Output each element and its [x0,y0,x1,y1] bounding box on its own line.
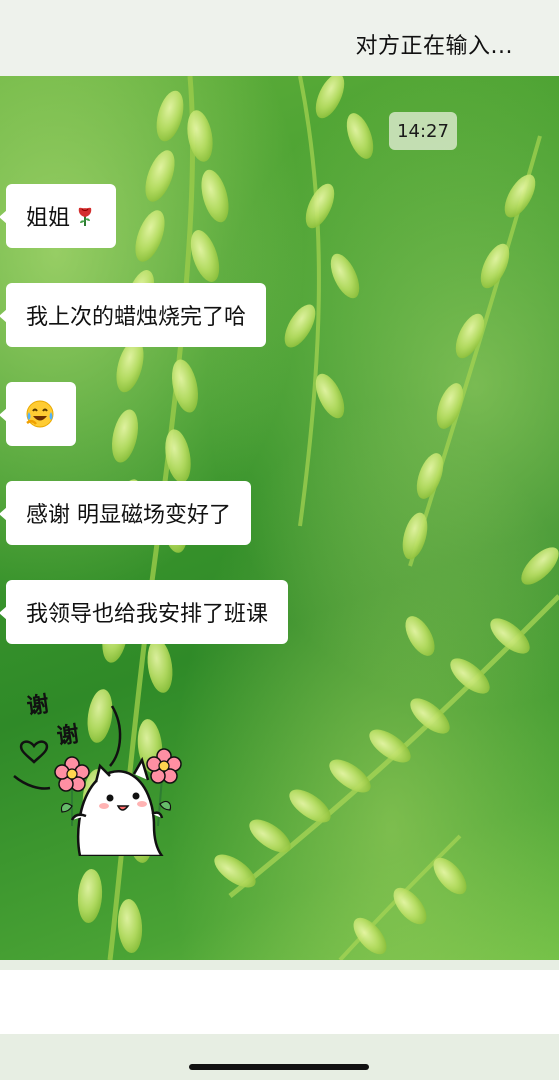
message-text: 感谢 明显磁场变好了 [26,503,231,528]
message-bubble[interactable] [0,382,76,446]
sticker-text-1: 谢 [25,691,50,720]
message-timestamp: 14:27 [389,112,457,150]
sticker-image: 谢 谢 [13,691,182,858]
message-bubble[interactable]: 姐姐 [0,184,117,248]
message-input-bar [0,960,559,1080]
home-indicator[interactable] [189,1064,369,1070]
laughing-tears-icon [26,400,54,428]
message-bubble[interactable]: 我上次的蜡烛烧完了哈 [0,283,267,347]
typing-status: 对方正在输入... [355,34,513,59]
message-text: 姐姐 [26,206,71,231]
message-bubble[interactable]: 感谢 明显磁场变好了 [0,481,251,545]
message-input[interactable] [0,970,559,1034]
sticker-text-2: 谢 [55,721,80,750]
thank-you-cat-sticker[interactable]: 谢 谢 [6,686,186,858]
message-text: 我上次的蜡烛烧完了哈 [26,305,247,330]
message-bubble[interactable]: 我领导也给我安排了班课 [0,580,289,644]
rose-icon [78,207,92,226]
chat-header: 对方正在输入... [0,0,559,76]
message-text: 我领导也给我安排了班课 [26,602,269,627]
chat-message-area[interactable]: 14:27 姐姐 我上次的蜡烛烧完了哈 感谢 明显磁场变好了 我领导也给我安排了… [0,76,559,960]
